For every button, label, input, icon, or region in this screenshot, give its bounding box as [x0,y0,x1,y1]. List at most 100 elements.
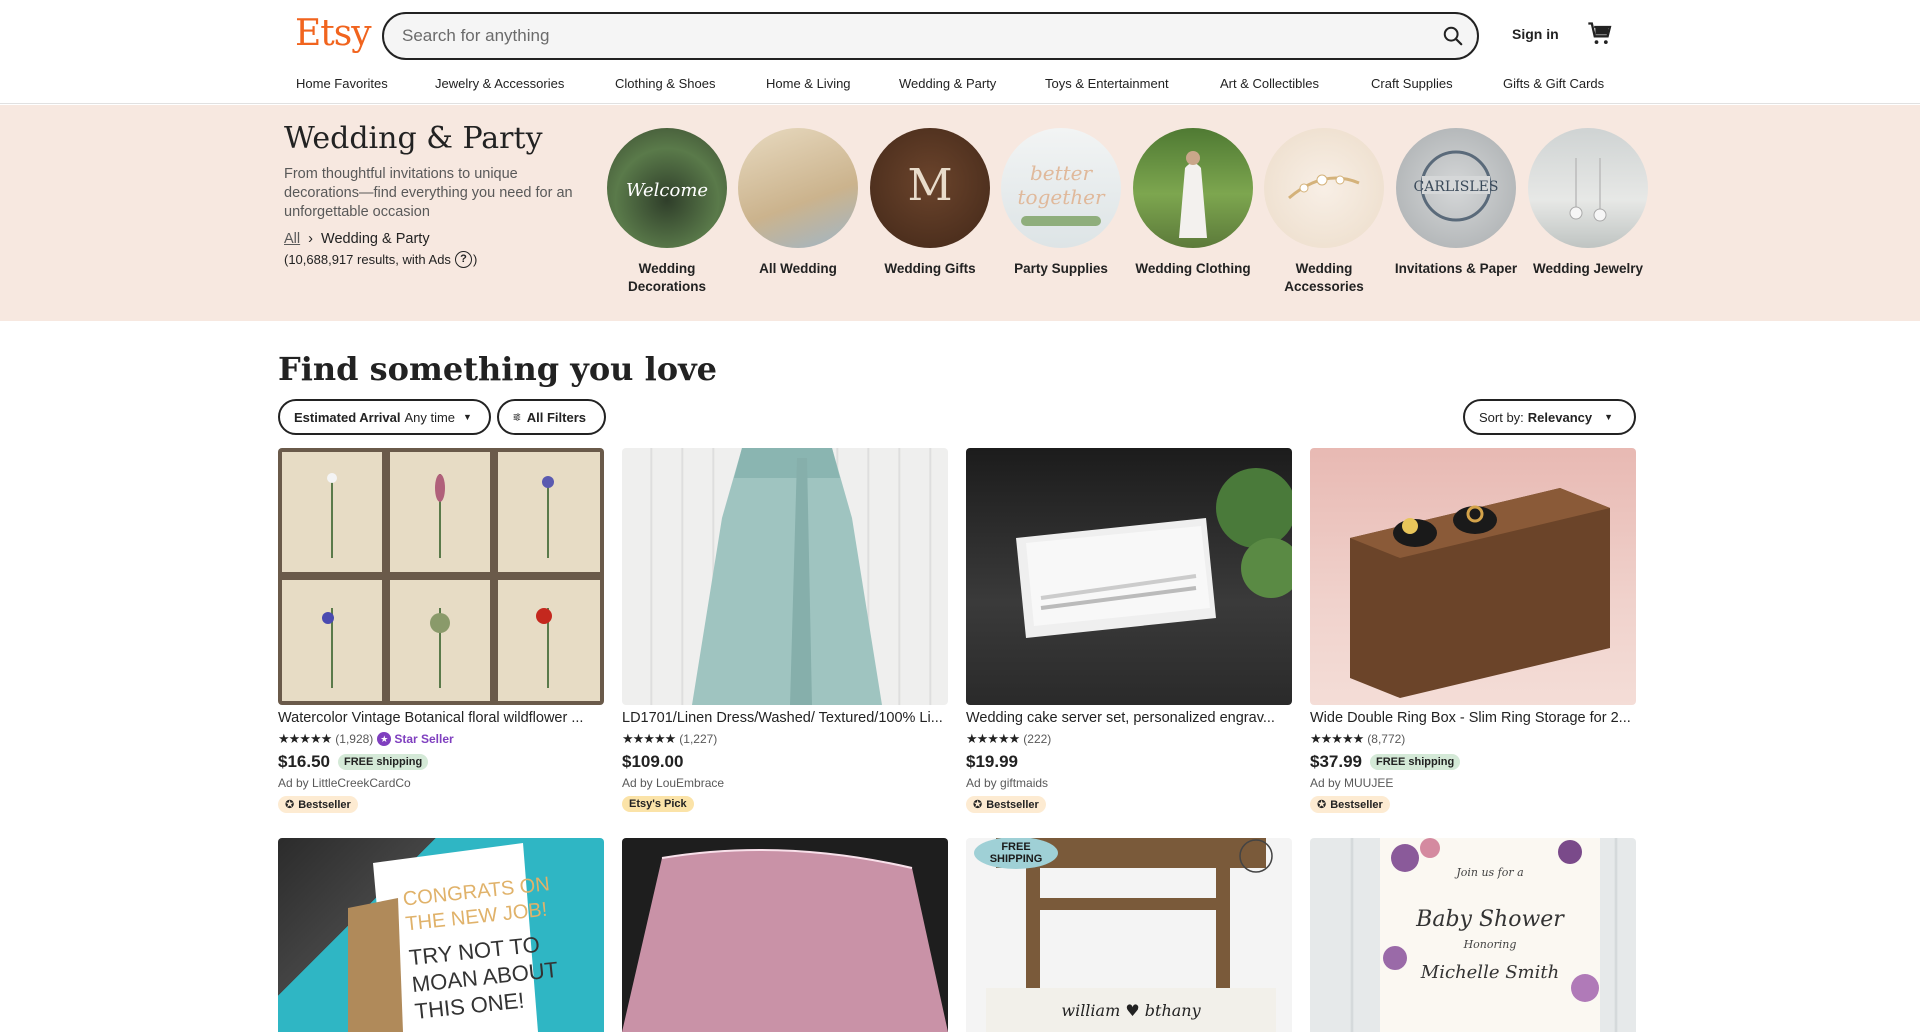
nav-art-collectibles[interactable]: Art & Collectibles [1220,76,1319,91]
listing-image[interactable] [622,838,948,1032]
card-image-text: Honoring [1463,938,1517,951]
results-count: (10,688,917 results, with Ads ? ) [284,251,477,268]
listing-image[interactable] [966,448,1292,705]
svg-text:M: M [907,160,952,211]
page-title: Wedding & Party [284,121,543,156]
bestseller-badge: ✪ Bestseller [966,796,1046,813]
listing-image[interactable] [622,448,948,705]
etsy-logo[interactable]: Etsy [295,13,372,54]
listing-image[interactable]: FREE SHIPPING william ♥ bthany [966,838,1292,1032]
sort-label: Sort by: [1479,409,1524,425]
listing-card[interactable]: FREE SHIPPING william ♥ bthany [966,838,1292,1032]
listing-title[interactable]: Wide Double Ring Box - Slim Ring Storage… [1310,710,1636,728]
listing-image[interactable] [278,448,604,705]
listing-card[interactable]: Watercolor Vintage Botanical floral wild… [278,448,604,813]
star-seller-badge: ★ Star Seller [377,732,454,746]
subcategory-wedding-clothing[interactable]: Wedding Clothing [1127,128,1259,278]
estimated-arrival-filter[interactable]: Estimated Arrival Any time ▼ [278,399,491,435]
listing-rating: ★★★★★ (222) [966,731,1292,747]
listing-card[interactable]: Wide Double Ring Box - Slim Ring Storage… [1310,448,1636,813]
sign-in-link[interactable]: Sign in [1512,26,1559,42]
subcategory-wedding-decorations[interactable]: Welcome Wedding Decorations [601,128,733,296]
breadcrumb-all-link[interactable]: All [284,231,300,247]
sort-dropdown[interactable]: Sort by: Relevancy ▼ [1463,399,1636,435]
listing-rating: ★★★★★ (1,227) [622,731,948,747]
review-count: (222) [1023,732,1052,746]
breadcrumb-current: Wedding & Party [321,231,430,247]
star-seller-icon: ★ [377,732,392,746]
site-header: Etsy Sign in Home Favorites Jewelry & Ac… [0,0,1920,104]
nav-home-favorites[interactable]: Home Favorites [296,76,388,91]
cart-icon[interactable] [1586,20,1614,48]
category-banner: Wedding & Party From thoughtful invitati… [0,105,1920,321]
subcategory-wedding-accessories[interactable]: Wedding Accessories [1258,128,1390,296]
nav-jewelry-accessories[interactable]: Jewelry & Accessories [435,76,564,91]
nav-craft-supplies[interactable]: Craft Supplies [1371,76,1453,91]
arrival-filter-label: Estimated Arrival [294,409,401,425]
subcategory-wedding-gifts[interactable]: M Wedding Gifts [864,128,996,278]
sort-value: Relevancy [1527,409,1593,425]
card-image-text: Michelle Smith [1420,962,1559,983]
star-rating-icon: ★★★★★ [966,731,1020,746]
subcategory-image [1264,128,1384,248]
listing-image[interactable]: Join us for a Baby Shower Honoring Michelle… [1310,838,1636,1032]
subcategory-label: All Wedding [759,261,837,276]
nav-wedding-party[interactable]: Wedding & Party [899,76,996,91]
results-close-paren: ) [472,252,478,267]
bestseller-badge: ✪ Bestseller [278,796,358,813]
caret-down-icon: ▼ [1604,412,1614,422]
subcategory-invitations-paper[interactable]: CARLISLES Invitations & Paper [1390,128,1522,278]
listing-price-line: $37.99 FREE shipping [1310,751,1636,773]
bestseller-badge: ✪ Bestseller [1310,796,1390,813]
card-image-text: Join us for a [1454,866,1523,879]
listing-card[interactable]: Join us for a Baby Shower Honoring Michelle… [1310,838,1636,1032]
listing-image[interactable] [1310,448,1636,705]
bestseller-icon: ✪ [973,799,983,811]
search-icon [1443,26,1463,46]
badge-label: Bestseller [298,798,351,811]
nav-clothing-shoes[interactable]: Clothing & Shoes [615,76,715,91]
listing-card[interactable]: LD1701/Linen Dress/Washed/ Textured/100%… [622,448,948,812]
nav-home-living[interactable]: Home & Living [766,76,851,91]
search-input[interactable] [402,14,1402,58]
arrival-filter-value: Any time [404,409,456,425]
chevron-right-icon: › [308,231,313,247]
listing-card[interactable]: Wedding cake server set, personalized en… [966,448,1292,813]
listing-price-line: $109.00 [622,751,948,773]
filter-sliders-icon [513,413,521,421]
listing-image[interactable]: CONGRATS ONTHE NEW JOB! TRY NOT TOMOAN AB… [278,838,604,1032]
listing-card[interactable]: CONGRATS ONTHE NEW JOB! TRY NOT TOMOAN AB… [278,838,604,1032]
listing-price: $19.99 [966,752,1018,771]
free-shipping-badge: FREE shipping [338,754,429,770]
subcategory-image [1133,128,1253,248]
nav-gifts-gift-cards[interactable]: Gifts & Gift Cards [1503,76,1604,91]
listing-price: $109.00 [622,752,684,771]
listing-title[interactable]: Watercolor Vintage Botanical floral wild… [278,710,604,728]
subcategory-wedding-jewelry[interactable]: Wedding Jewelry [1522,128,1654,278]
subcategory-image: better together [1001,128,1121,248]
subcategory-image [738,128,858,248]
search-button[interactable] [1435,18,1471,54]
subcategory-all-wedding[interactable]: All Wedding [732,128,864,278]
subcategory-image: M [870,128,990,248]
help-icon[interactable]: ? [454,251,472,268]
badge-label: Bestseller [986,798,1039,811]
badge-label: Etsy's Pick [629,798,687,810]
listing-title[interactable]: LD1701/Linen Dress/Washed/ Textured/100%… [622,710,948,728]
card-image-text: Baby Shower [1415,907,1565,932]
listing-card[interactable] [622,838,948,1032]
nav-toys-entertainment[interactable]: Toys & Entertainment [1045,76,1169,91]
subcategory-label: Invitations & Paper [1394,261,1518,276]
listing-price: $37.99 [1310,752,1362,771]
listing-title[interactable]: Wedding cake server set, personalized en… [966,710,1292,728]
star-seller-label: Star Seller [394,732,454,746]
search-bar [382,12,1479,60]
subcategory-party-supplies[interactable]: better together Party Supplies [995,128,1127,278]
subcategory-label: Wedding Jewelry [1532,261,1644,276]
review-count: (1,227) [679,732,718,746]
breadcrumb: All › Wedding & Party [284,231,430,247]
all-filters-button[interactable]: All Filters [497,399,606,435]
listing-price-line: $19.99 [966,751,1292,773]
all-filters-label: All Filters [526,409,586,425]
review-count: (8,772) [1367,732,1406,746]
